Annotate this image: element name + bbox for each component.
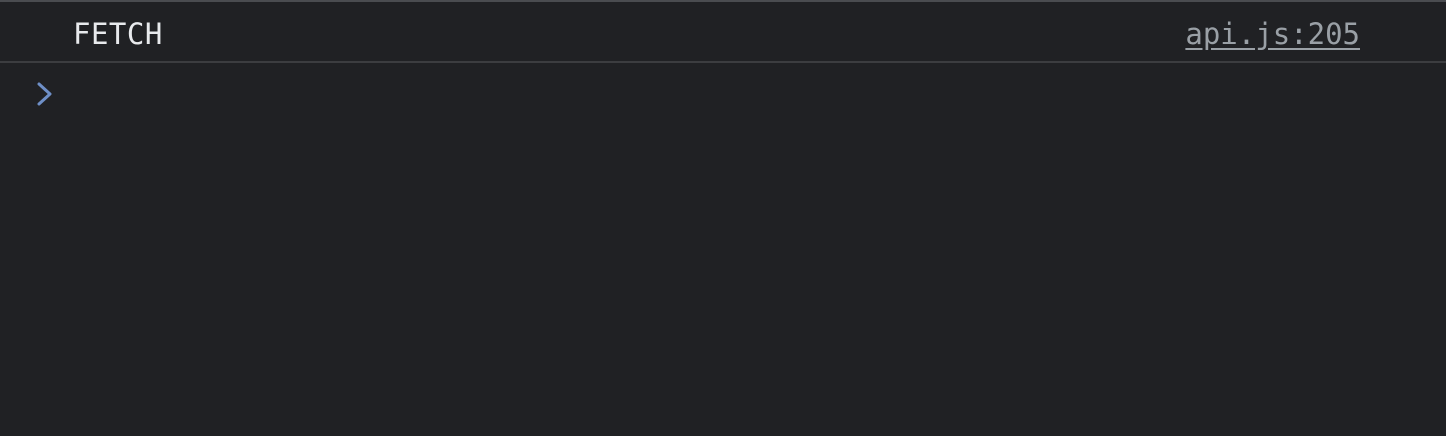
console-input[interactable]: [72, 73, 1426, 113]
chevron-right-icon: [34, 81, 56, 107]
console-prompt-row[interactable]: [0, 63, 1446, 123]
console-log-row: FETCH api.js:205: [0, 2, 1446, 63]
log-message: FETCH: [73, 17, 163, 51]
log-source-link[interactable]: api.js:205: [1185, 17, 1360, 51]
console-panel: FETCH api.js:205: [0, 0, 1446, 436]
